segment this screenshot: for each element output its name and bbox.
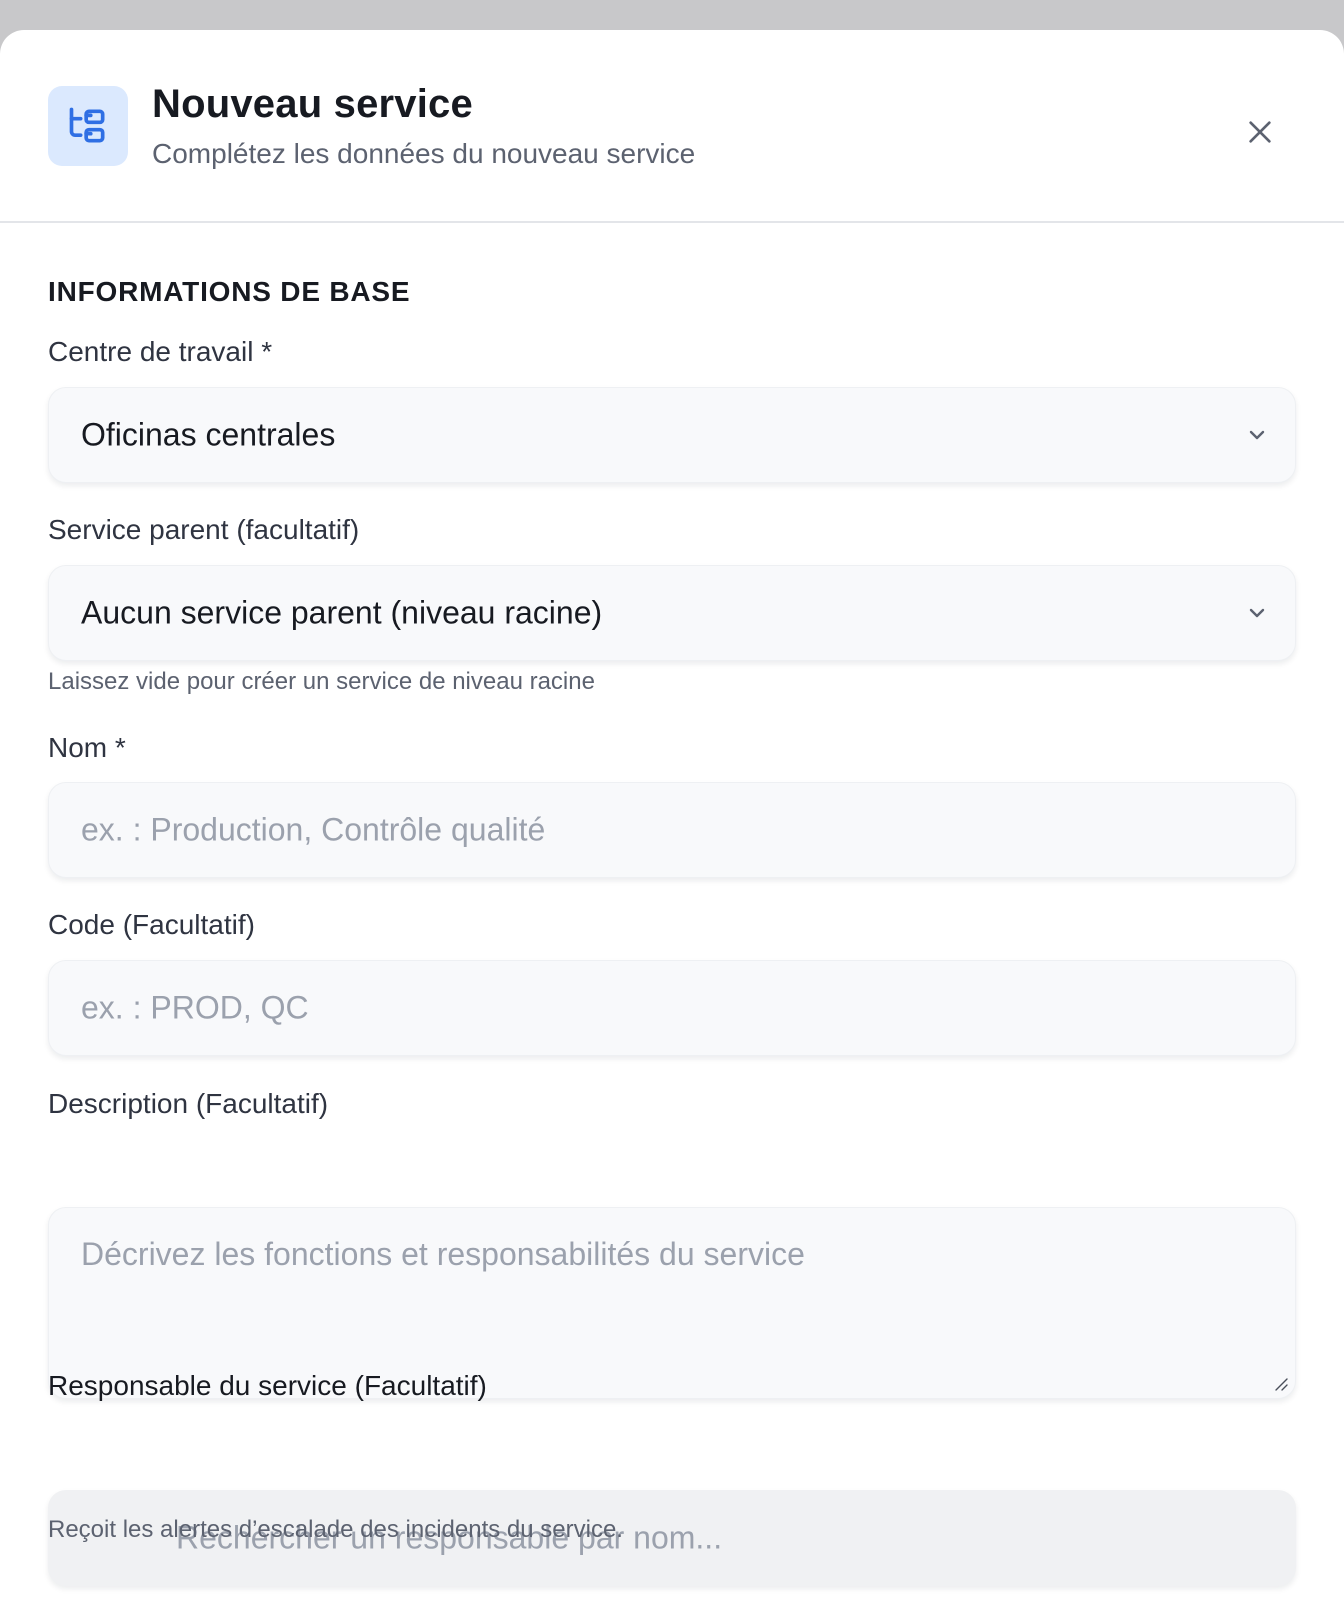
work-center-select[interactable]: Oficinas centrales bbox=[48, 387, 1296, 483]
dialog-header: Nouveau service Complétez les données du… bbox=[0, 30, 1344, 223]
work-center-label: Centre de travail * bbox=[48, 336, 273, 367]
name-placeholder: ex. : Production, Contrôle qualité bbox=[81, 811, 546, 848]
name-input[interactable]: ex. : Production, Contrôle qualité bbox=[48, 782, 1296, 878]
close-icon bbox=[1249, 121, 1271, 143]
description-label: Description (Facultatif) bbox=[48, 1088, 329, 1119]
parent-service-help: Laissez vide pour créer un service de ni… bbox=[48, 668, 595, 695]
dialog-title: Nouveau service bbox=[152, 82, 473, 126]
new-service-dialog: Nouveau service Complétez les données du… bbox=[0, 30, 1344, 1620]
chevron-down-icon bbox=[1243, 421, 1271, 449]
section-title: INFORMATIONS DE BASE bbox=[48, 276, 411, 307]
resize-handle-icon[interactable] bbox=[1273, 1376, 1289, 1392]
dialog-subtitle: Complétez les données du nouveau service bbox=[152, 138, 696, 169]
parent-service-select[interactable]: Aucun service parent (niveau racine) bbox=[48, 565, 1296, 661]
chevron-down-icon bbox=[1243, 599, 1271, 627]
code-placeholder: ex. : PROD, QC bbox=[81, 989, 309, 1026]
work-center-value: Oficinas centrales bbox=[81, 416, 336, 453]
close-button[interactable] bbox=[1236, 108, 1284, 156]
code-label: Code (Facultatif) bbox=[48, 909, 255, 940]
description-placeholder: Décrivez les fonctions et responsabilité… bbox=[81, 1236, 805, 1272]
parent-service-label: Service parent (facultatif) bbox=[48, 514, 360, 545]
manager-label: Responsable du service (Facultatif) bbox=[48, 1370, 487, 1401]
folder-tree-icon bbox=[48, 86, 128, 166]
code-input[interactable]: ex. : PROD, QC bbox=[48, 960, 1296, 1056]
name-label: Nom * bbox=[48, 732, 126, 763]
parent-service-value: Aucun service parent (niveau racine) bbox=[81, 594, 603, 631]
manager-help: Reçoit les alertes d’escalade des incide… bbox=[48, 1516, 623, 1543]
